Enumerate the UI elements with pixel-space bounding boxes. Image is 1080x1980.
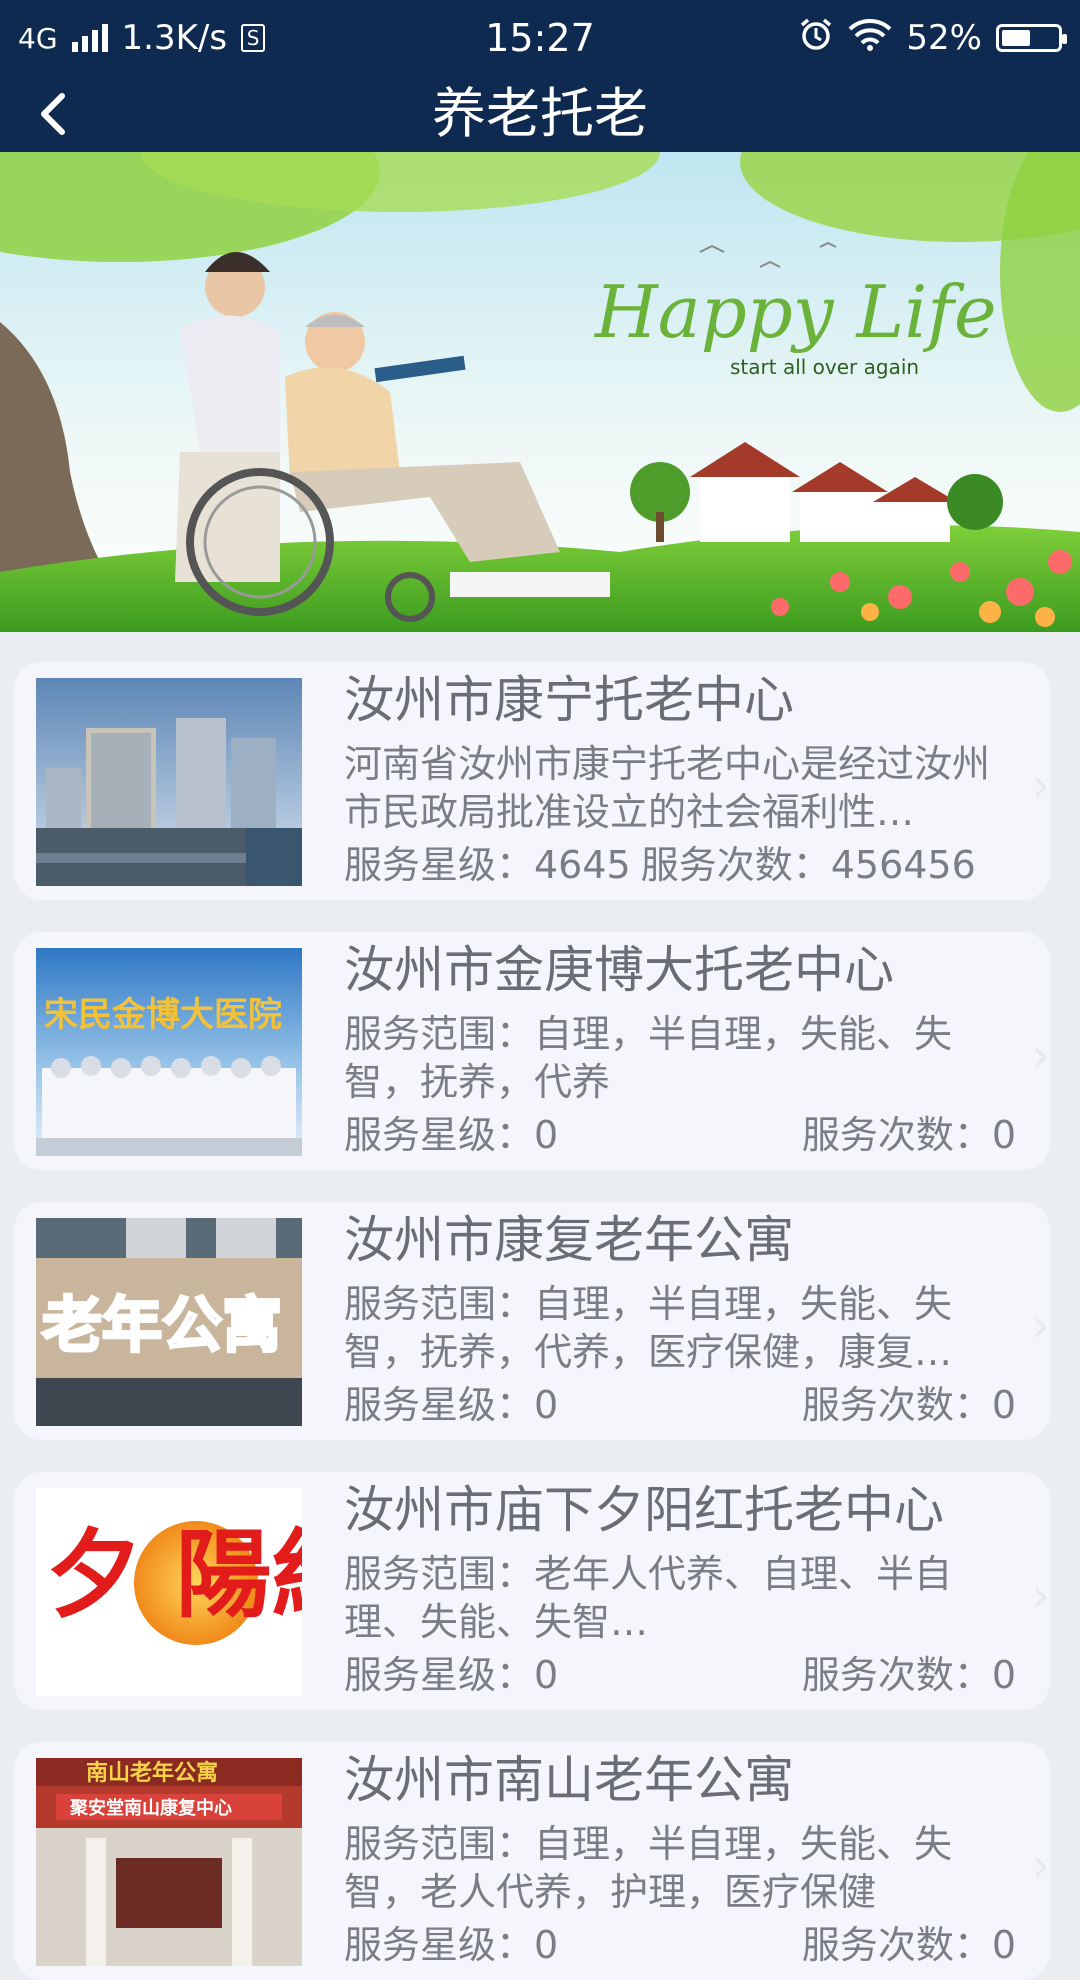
facility-title: 汝州市康宁托老中心 xyxy=(344,671,794,729)
wifi-icon xyxy=(848,17,892,60)
banner-headline: Happy Life xyxy=(593,270,997,354)
chevron-right-icon: › xyxy=(1031,758,1050,812)
thumbnail-text: 宋民金博大医院 xyxy=(44,995,282,1035)
service-count: 服务次数：0 xyxy=(801,1923,1016,1967)
facility-meta: 服务星级：0 服务次数：0 xyxy=(344,1110,1016,1160)
network-speed: 1.3K/s xyxy=(121,18,228,58)
alarm-icon xyxy=(798,16,834,61)
facility-thumbnail: 南山老年公寓 聚安堂南山康复中心 xyxy=(36,1758,302,1966)
banner-tagline: start all over again xyxy=(730,355,919,379)
thumbnail-text: 南山老年公寓 xyxy=(86,1760,218,1786)
facility-description: 河南省汝州市康宁托老中心是经过汝州市民政局批准设立的社会福利性… xyxy=(344,742,991,834)
chevron-right-icon: › xyxy=(1031,1838,1050,1892)
chevron-right-icon: › xyxy=(1031,1568,1050,1622)
thumbnail-subtext: 聚安堂南山康复中心 xyxy=(69,1797,232,1819)
facility-title: 汝州市南山老年公寓 xyxy=(344,1751,794,1809)
facility-description: 服务范围：老年人代养、自理、半自理、失能、失智… xyxy=(344,1552,953,1644)
status-bar: 4G 1.3K/s S 15:27 52% xyxy=(0,0,1080,76)
facility-thumbnail xyxy=(36,678,302,886)
facility-meta: 服务星级：0 服务次数：0 xyxy=(344,1380,1016,1430)
thumbnail-text: 老年公寓 xyxy=(42,1291,282,1361)
facility-meta: 服务星级：4645 服务次数：456456 xyxy=(344,840,1016,890)
facility-title: 汝州市康复老年公寓 xyxy=(344,1211,794,1269)
status-right: 52% xyxy=(798,16,1067,61)
service-count: 服务次数：0 xyxy=(801,1383,1016,1427)
title-bar: 养老托老 xyxy=(0,76,1080,152)
battery-icon xyxy=(996,24,1067,52)
service-stars: 服务星级：0 xyxy=(344,1653,559,1697)
facility-title: 汝州市庙下夕阳红托老中心 xyxy=(344,1481,944,1539)
facility-card[interactable]: 宋民金博大医院 汝州市金庚博大托老中心 服务范围：自理，半自理，失能、失智，抚养… xyxy=(14,932,1050,1170)
facility-card[interactable]: 夕 陽紅 汝州市庙下夕阳红托老中心 服务范围：老年人代养、自理、半自理、失能、失… xyxy=(14,1472,1050,1710)
facility-thumbnail: 宋民金博大医院 xyxy=(36,948,302,1156)
facility-thumbnail: 老年公寓 xyxy=(36,1218,302,1426)
service-count: 服务次数：0 xyxy=(801,1653,1016,1697)
facility-description: 服务范围：自理，半自理，失能、失智，老人代养，护理，医疗保健 xyxy=(344,1822,953,1914)
facility-meta: 服务星级：0 服务次数：0 xyxy=(344,1920,1016,1970)
sim-icon: S xyxy=(241,24,266,52)
network-type: 4G xyxy=(18,21,58,55)
service-stars: 服务星级：4645 xyxy=(344,843,631,887)
facility-card[interactable]: 老年公寓 汝州市康复老年公寓 服务范围：自理，半自理，失能、失智，抚养，代养，医… xyxy=(14,1202,1050,1440)
chevron-right-icon: › xyxy=(1031,1298,1050,1352)
banner-image[interactable]: Happy Life start all over again xyxy=(0,152,1080,632)
thumbnail-text: 夕 陽紅 xyxy=(46,1518,302,1631)
service-stars: 服务星级：0 xyxy=(344,1383,559,1427)
facility-thumbnail: 夕 陽紅 xyxy=(36,1488,302,1696)
service-count: 服务次数：0 xyxy=(801,1113,1016,1157)
service-count: 服务次数：456456 xyxy=(640,843,976,887)
service-stars: 服务星级：0 xyxy=(344,1923,559,1967)
facility-meta: 服务星级：0 服务次数：0 xyxy=(344,1650,1016,1700)
battery-percent: 52% xyxy=(906,18,982,58)
facility-card[interactable]: 南山老年公寓 聚安堂南山康复中心 汝州市南山老年公寓 服务范围：自理，半自理，失… xyxy=(14,1742,1050,1980)
status-left: 4G 1.3K/s S xyxy=(18,18,266,58)
facility-card[interactable]: 汝州市康宁托老中心 河南省汝州市康宁托老中心是经过汝州市民政局批准设立的社会福利… xyxy=(14,662,1050,900)
service-stars: 服务星级：0 xyxy=(344,1113,559,1157)
signal-icon xyxy=(71,24,108,52)
facility-description: 服务范围：自理，半自理，失能、失智，抚养，代养，医疗保健，康复… xyxy=(344,1282,953,1374)
battery-fill xyxy=(1002,30,1030,46)
facility-title: 汝州市金庚博大托老中心 xyxy=(344,941,894,999)
chevron-right-icon: › xyxy=(1031,1028,1050,1082)
facility-description: 服务范围：自理，半自理，失能、失智，抚养，代养 xyxy=(344,1012,953,1104)
page-title: 养老托老 xyxy=(432,82,648,145)
